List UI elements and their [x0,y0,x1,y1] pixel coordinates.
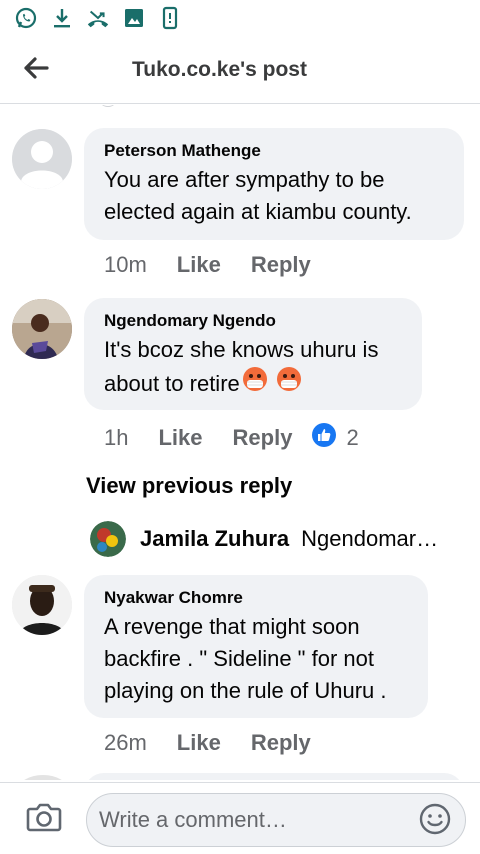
comment-bubble[interactable]: Nyakwar Chomre A revenge that might soon… [84,575,428,718]
comment-text: A revenge that might soon backfire . " S… [104,614,387,703]
comment-actions: 26m Like Reply [104,730,311,756]
avatar [90,521,126,557]
arrow-left-icon [23,56,49,84]
comment-text: You are after sympathy to be elected aga… [104,167,412,224]
comment-author[interactable]: Nyakwar Chomre [104,587,410,609]
face-with-medical-mask-icon [276,366,302,401]
camera-icon [26,802,62,837]
emoji-button[interactable] [419,803,451,840]
comment-bubble[interactable] [84,773,464,780]
post-header: Tuko.co.ke's post [0,40,480,104]
download-icon [50,6,74,30]
reply-snippet: Ngendomary Ngendo [301,526,441,551]
emoji-icon [419,803,451,840]
avatar[interactable] [12,129,72,189]
page-title: Tuko.co.ke's post [132,58,307,81]
comment-composer [0,782,480,854]
reply-button[interactable]: Reply [251,730,311,756]
comment-bubble[interactable]: Ngendomary Ngendo It's bcoz she knows uh… [84,298,422,410]
like-button[interactable]: Like [177,252,221,278]
avatar[interactable] [18,775,68,780]
face-with-medical-mask-icon [242,366,268,401]
comment-time: 1h [104,425,129,450]
comment-bubble[interactable]: Peterson Mathenge You are after sympathy… [84,128,464,240]
reply-preview[interactable]: Jamila Zuhura Ngendomary Ngendo [90,521,450,557]
phone-vibrate-icon [158,6,182,30]
like-button[interactable]: Like [177,730,221,756]
comment-time: 10m [104,252,147,277]
comment-author[interactable]: Peterson Mathenge [104,140,446,162]
comment-text: It's bcoz she knows uhuru is about to re… [104,334,404,401]
comment-input[interactable] [87,794,407,846]
thumbs-up-icon [312,423,337,453]
user-photo-icon [90,521,126,557]
user-photo-icon [12,299,72,359]
image-icon [122,6,146,30]
user-photo-icon [12,575,72,635]
comment-actions: 10m Like Reply [104,252,311,278]
comments-feed[interactable]: Peterson Mathenge You are after sympathy… [0,105,480,780]
previous-comment-stub [98,105,118,107]
comment-field[interactable] [86,793,466,847]
comment-time: 26m [104,730,147,755]
comment-author[interactable]: Ngendomary Ngendo [104,310,404,332]
missed-call-icon [86,6,110,30]
reaction-count[interactable]: 2 [312,423,359,453]
status-bar [0,0,480,36]
default-avatar-icon [12,129,72,189]
reply-button[interactable]: Reply [233,425,293,451]
avatar[interactable] [12,299,72,359]
back-button[interactable] [18,54,54,86]
reply-button[interactable]: Reply [251,252,311,278]
view-previous-reply-link[interactable]: View previous reply [86,473,292,499]
comment-actions: 1h Like Reply 2 [104,423,359,453]
whatsapp-icon [14,6,38,30]
avatar[interactable] [12,575,72,635]
camera-button[interactable] [24,801,64,837]
like-button[interactable]: Like [158,425,202,451]
reply-author[interactable]: Jamila Zuhura [140,526,289,552]
